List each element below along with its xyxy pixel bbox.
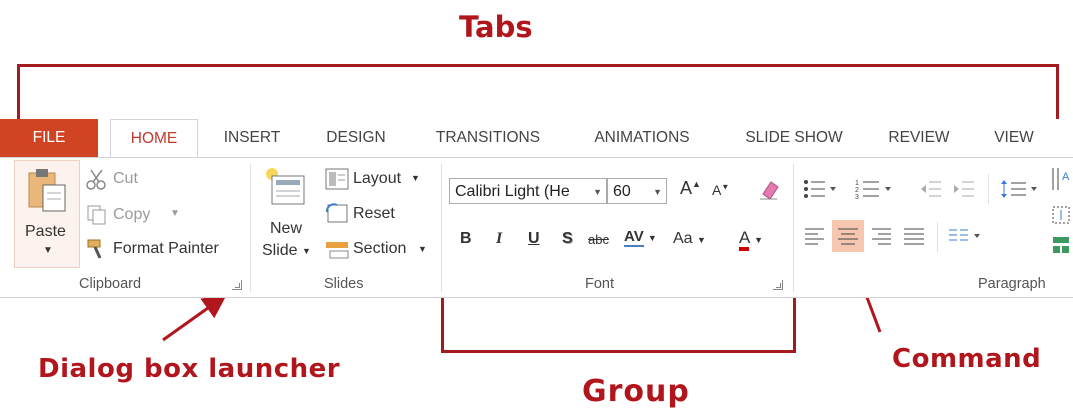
shrink-font-label: A [712,182,722,198]
section-dropdown-arrow[interactable]: ▼ [418,244,427,254]
chevron-down-icon: ▼ [593,187,602,197]
shrink-font-button[interactable]: A▼ [712,182,729,198]
section-icon [326,242,349,259]
strikethrough-button[interactable]: abc [588,232,609,247]
cut-button[interactable]: Cut [113,170,138,188]
grow-font-label: A [680,178,693,198]
font-dialog-launcher[interactable] [773,280,783,290]
svg-text:3: 3 [855,194,859,200]
new-slide-button[interactable]: New Slide ▼ [256,164,316,268]
font-size-value: 60 [613,183,631,200]
bullets-icon[interactable] [803,178,837,200]
italic-button[interactable]: I [496,230,502,248]
copy-icon [87,205,106,225]
font-color-label: A [739,228,750,251]
character-spacing-label: AV [624,228,644,247]
clear-formatting-icon[interactable] [757,178,781,202]
separator [988,174,989,204]
reset-icon [325,203,348,223]
character-spacing-button[interactable]: AV ▼ [624,228,657,247]
format-painter-icon [87,239,102,259]
separator [793,164,794,292]
paste-button[interactable]: Paste ▼ [14,160,80,268]
font-name-combo[interactable]: Calibri Light (He ▼ [449,178,607,204]
paste-dropdown-arrow: ▼ [43,245,53,256]
new-slide-icon [266,168,305,205]
tab-home[interactable]: HOME [110,119,198,159]
layout-button[interactable]: Layout [353,170,401,188]
change-case-label: Aa [673,230,693,247]
grow-font-button[interactable]: A▲ [680,178,701,199]
tab-review[interactable]: REVIEW [876,119,962,157]
clipboard-dialog-launcher[interactable] [232,280,242,290]
tab-design[interactable]: DESIGN [312,119,400,157]
increase-indent-icon[interactable] [952,178,976,200]
shadow-button[interactable]: S [562,230,573,248]
separator [937,222,938,252]
copy-button[interactable]: Copy [113,206,150,224]
text-direction-icon[interactable]: A [1049,166,1073,198]
layout-icon [325,168,349,190]
scissors-icon [86,169,106,190]
smartart-icon[interactable] [1050,234,1072,256]
justify-icon[interactable] [903,226,925,246]
columns-icon[interactable] [948,226,984,246]
separator [441,164,442,292]
new-slide-dropdown-arrow: ▼ [302,246,311,256]
paste-label: Paste [25,223,66,240]
underline-button[interactable]: U [528,230,540,248]
group-label-font: Font [585,276,615,292]
new-slide-label-line1: New [270,220,303,237]
change-case-button[interactable]: Aa ▼ [673,230,706,248]
decrease-indent-icon[interactable] [919,178,943,200]
tab-slide-show[interactable]: SLIDE SHOW [730,119,858,157]
group-label-clipboard: Clipboard [79,276,142,292]
separator [250,164,251,292]
section-button[interactable]: Section [353,240,406,258]
font-size-combo[interactable]: 60 ▼ [607,178,667,204]
tab-animations[interactable]: ANIMATIONS [575,119,709,157]
format-painter-button[interactable]: Format Painter [113,240,219,258]
copy-dropdown-arrow[interactable]: ▼ [170,208,180,219]
line-spacing-icon[interactable] [1000,178,1040,200]
group-label-slides: Slides [324,276,364,292]
svg-text:1: 1 [855,180,859,187]
chevron-down-icon: ▼ [653,187,662,197]
align-left-icon[interactable] [804,226,826,246]
align-right-icon[interactable] [870,226,892,246]
tab-view[interactable]: VIEW [982,119,1046,157]
numbering-icon[interactable]: 1 2 3 [855,178,893,200]
ribbon-home: Paste ▼ Cut Copy ▼ Format Painter Clipbo… [0,157,1073,298]
group-label-paragraph: Paragraph [978,276,1046,292]
reset-button[interactable]: Reset [353,205,395,223]
dialog-launcher-arrow [162,294,227,342]
layout-dropdown-arrow[interactable]: ▼ [411,173,420,183]
tab-insert[interactable]: INSERT [210,119,294,157]
font-color-button[interactable]: A ▼ [739,228,763,251]
font-name-value: Calibri Light (He [455,183,570,200]
svg-text:2: 2 [855,187,859,194]
align-center-icon[interactable] [837,226,859,246]
ribbon-bottom-border [0,297,1073,298]
svg-text:A: A [1062,171,1070,183]
tab-transitions[interactable]: TRANSITIONS [418,119,558,157]
new-slide-label-line2: Slide [262,242,298,259]
bold-button[interactable]: B [460,230,472,248]
clipboard-icon [28,169,66,212]
ribbon-tab-bar: FILE HOME INSERT DESIGN TRANSITIONS ANIM… [0,119,1073,159]
tab-file[interactable]: FILE [0,119,98,157]
align-text-icon[interactable] [1050,204,1072,226]
